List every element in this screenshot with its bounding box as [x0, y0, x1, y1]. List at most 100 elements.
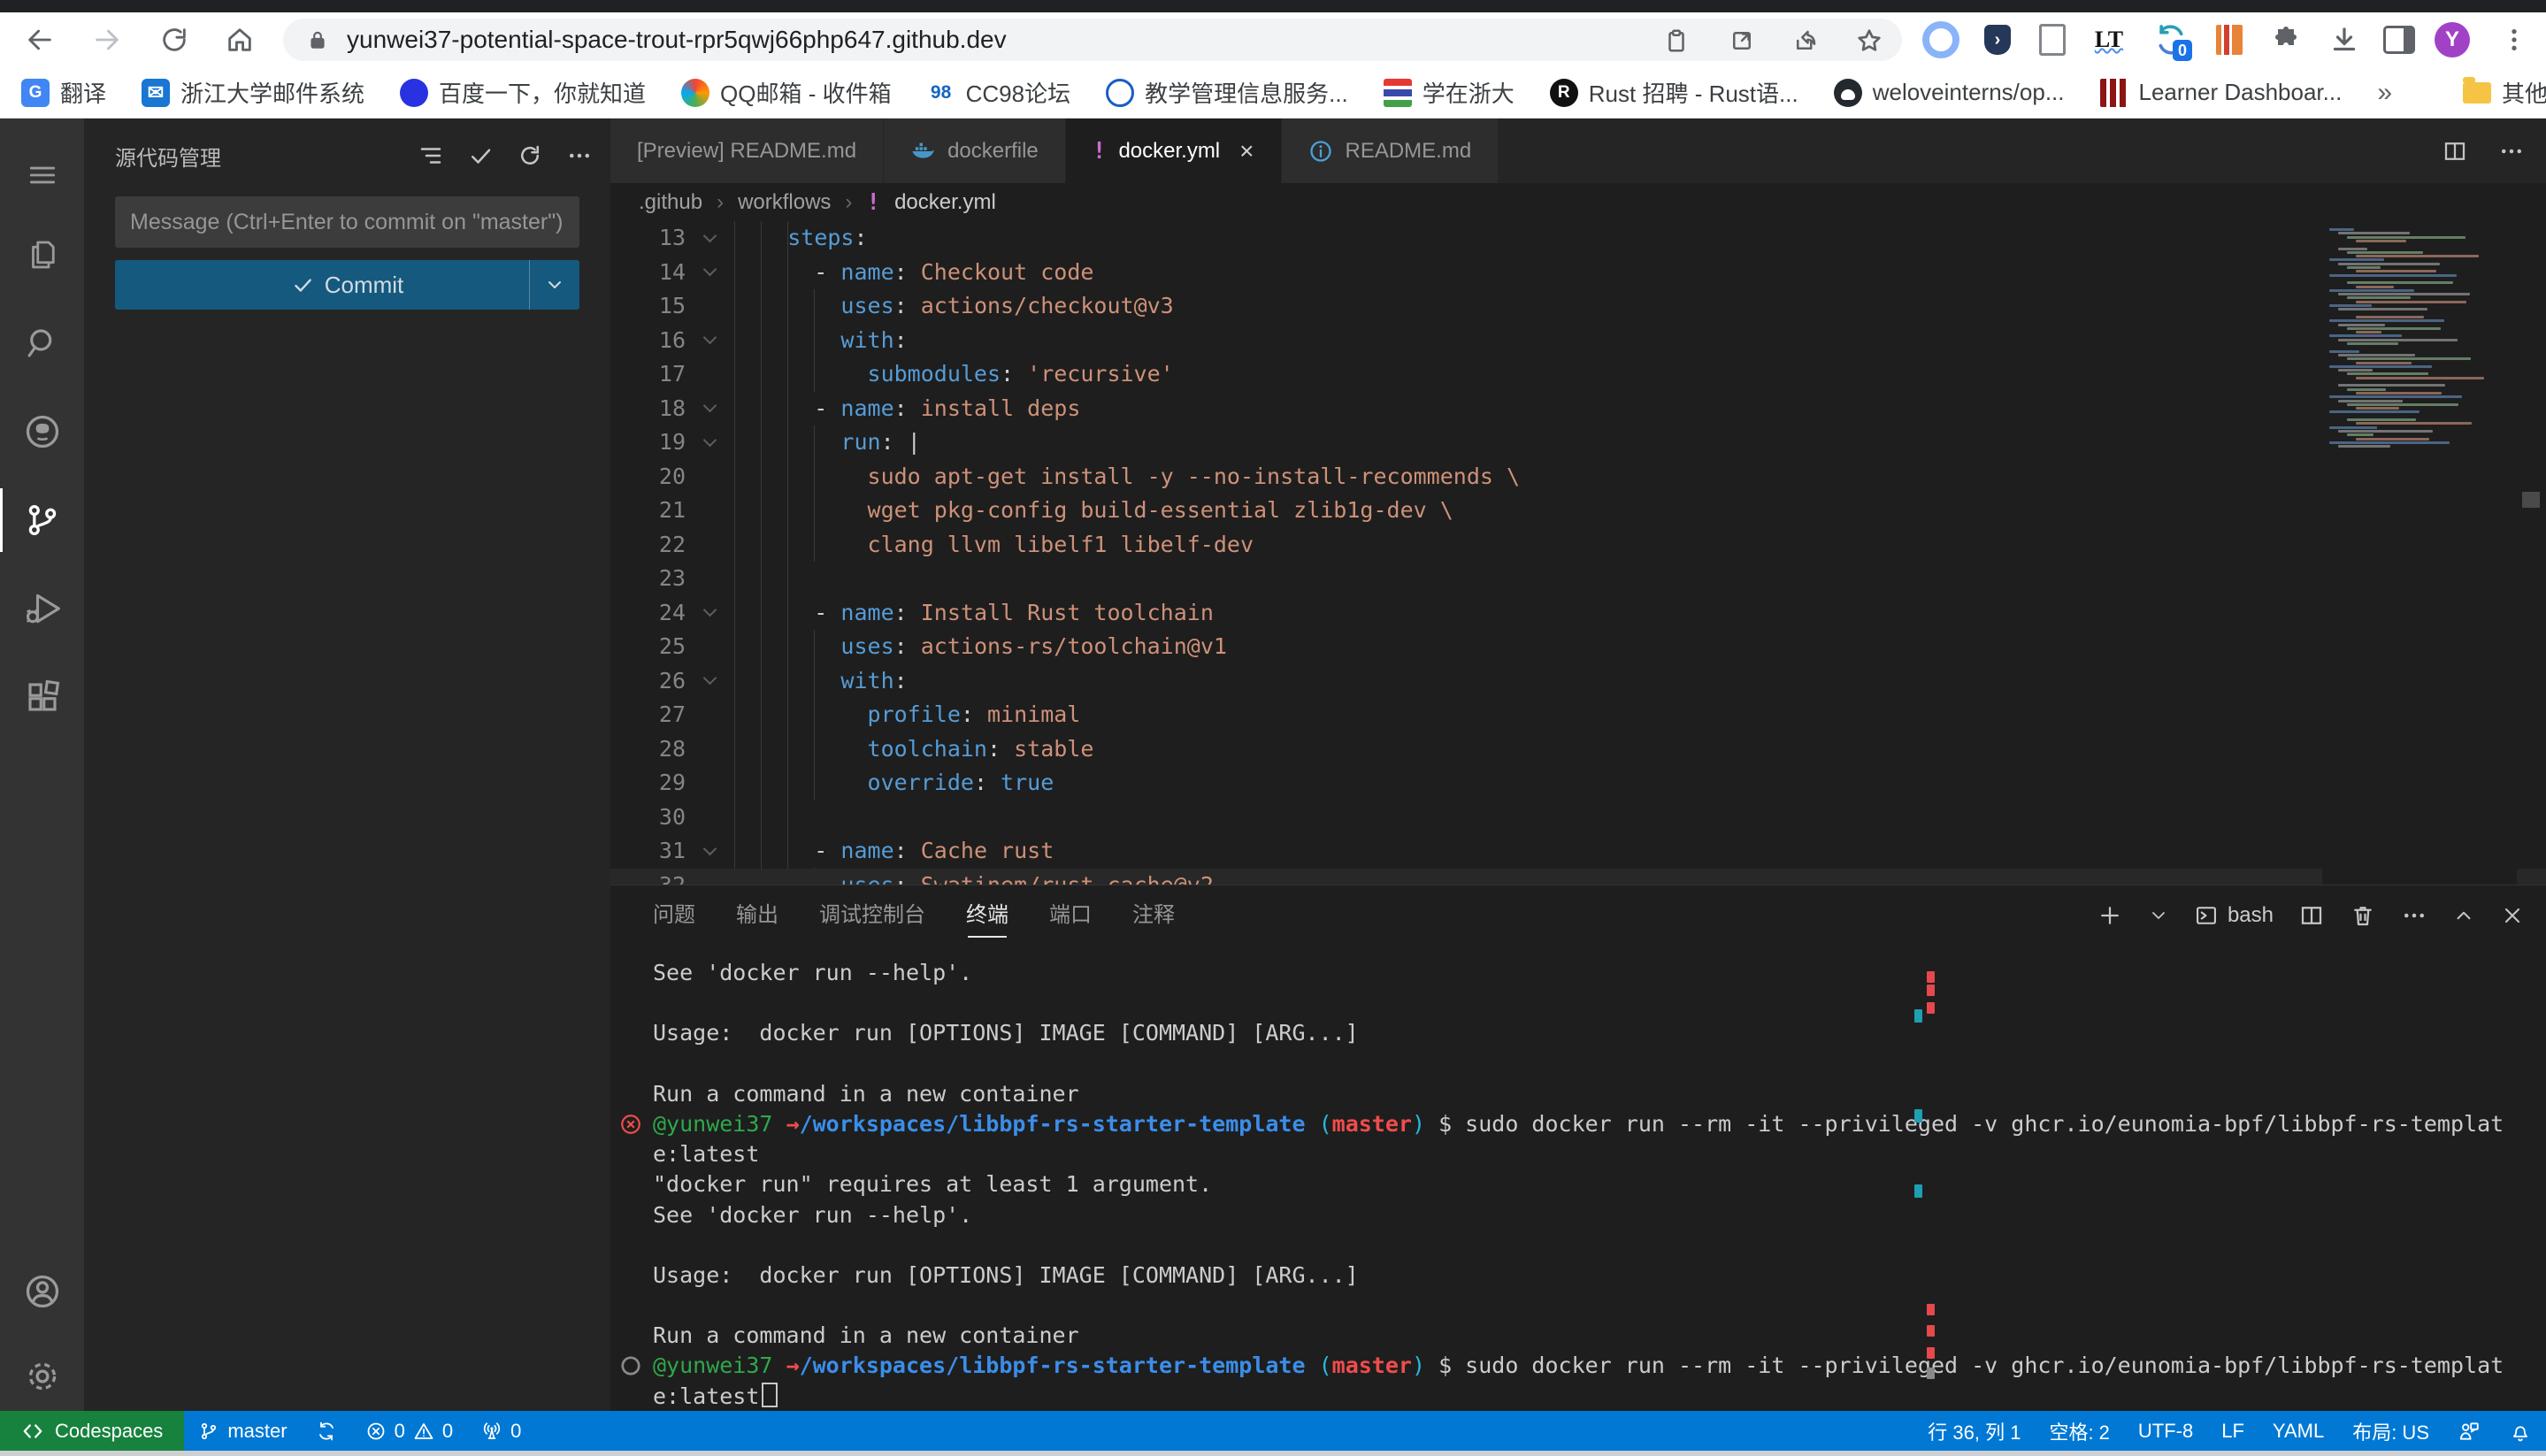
code-line-22[interactable]: 22 clang llvm libelf1 libelf-dev — [610, 528, 2546, 563]
code-line-13[interactable]: 13 steps: — [610, 221, 2546, 256]
code-line-24[interactable]: 24 - name: Install Rust toolchain — [610, 596, 2546, 631]
new-terminal-icon[interactable] — [2097, 902, 2123, 929]
tab-docker-yml[interactable]: ! docker.yml × — [1066, 119, 1282, 183]
tab-preview-readme[interactable]: [Preview] README.md — [610, 119, 884, 183]
cursor-position[interactable]: 行 36, 列 1 — [1913, 1411, 2035, 1451]
code-line-26[interactable]: 26 with: — [610, 664, 2546, 699]
bookmark-star-icon[interactable] — [1854, 26, 1884, 56]
refresh-icon[interactable] — [517, 142, 543, 169]
clipboard-icon[interactable] — [1661, 26, 1691, 56]
commit-message-input[interactable] — [115, 196, 579, 248]
breadcrumb-workflows[interactable]: workflows — [738, 190, 831, 215]
panel-tab-2[interactable]: 调试控制台 — [819, 885, 925, 946]
bookmarks-overflow-chevron[interactable]: » — [2377, 78, 2392, 108]
maximize-panel-icon[interactable] — [2452, 904, 2475, 927]
terminal-output[interactable]: See 'docker run --help'.Usage: docker ru… — [610, 958, 2546, 1407]
close-panel-icon[interactable] — [2500, 903, 2525, 928]
shield-extension-icon[interactable]: › — [1978, 20, 2017, 59]
code-line-17[interactable]: 17 submodules: 'recursive' — [610, 357, 2546, 392]
code-line-14[interactable]: 14 - name: Checkout code — [610, 256, 2546, 290]
profile-avatar[interactable]: Y — [2433, 20, 2472, 59]
sync-changes-button[interactable] — [302, 1411, 351, 1451]
search-icon[interactable] — [0, 306, 84, 380]
bookmark-zju[interactable]: 教学管理信息服务... — [1106, 76, 1348, 109]
settings-gear-icon[interactable] — [0, 1339, 84, 1414]
ring-extension-icon[interactable] — [1921, 20, 1960, 59]
reload-button[interactable] — [154, 19, 195, 60]
bookmark-cc98[interactable]: 98CC98论坛 — [927, 76, 1070, 109]
fold-chevron-icon[interactable] — [686, 324, 734, 358]
minimap[interactable] — [2322, 221, 2517, 885]
tab-readme[interactable]: README.md — [1282, 119, 1499, 183]
address-bar[interactable]: yunwei37-potential-space-trout-rpr5qwj66… — [283, 19, 1902, 61]
view-as-tree-icon[interactable] — [418, 142, 444, 169]
encoding-indicator[interactable]: UTF-8 — [2124, 1411, 2207, 1451]
kill-terminal-icon[interactable] — [2350, 902, 2376, 929]
code-line-27[interactable]: 27 profile: minimal — [610, 698, 2546, 732]
terminal-instance-bash[interactable]: bash — [2194, 903, 2274, 928]
commit-button[interactable]: Commit — [115, 260, 579, 310]
ports-indicator[interactable]: 0 — [467, 1411, 535, 1451]
bookmark-mail[interactable]: ✉浙江大学邮件系统 — [142, 76, 364, 109]
panel-tab-1[interactable]: 输出 — [736, 885, 778, 946]
sidebar-toggle-icon[interactable] — [2380, 20, 2419, 59]
code-line-15[interactable]: 15 uses: actions/checkout@v3 — [610, 289, 2546, 324]
feedback-button[interactable] — [2443, 1411, 2495, 1451]
indentation-indicator[interactable]: 空格: 2 — [2035, 1411, 2123, 1451]
bookmark-learner[interactable]: Learner Dashboar... — [2100, 79, 2343, 107]
language-mode[interactable]: YAML — [2258, 1411, 2338, 1451]
code-line-21[interactable]: 21 wget pkg-config build-essential zlib1… — [610, 494, 2546, 528]
split-terminal-icon[interactable] — [2298, 902, 2325, 929]
code-editor[interactable]: 13 steps:14 - name: Checkout code15 uses… — [610, 221, 2546, 885]
code-line-30[interactable]: 30 — [610, 801, 2546, 835]
home-button[interactable] — [219, 19, 260, 60]
bookmark-xzzd[interactable]: 学在浙大 — [1384, 76, 1515, 109]
source-control-icon[interactable] — [0, 483, 84, 557]
bookmark-github[interactable]: weloveinterns/op... — [1834, 79, 2065, 107]
split-editor-icon[interactable] — [2442, 138, 2468, 165]
bookmark-qqmail[interactable]: QQ邮箱 - 收件箱 — [681, 76, 892, 109]
fold-chevron-icon[interactable] — [686, 664, 734, 699]
extensions-puzzle-icon[interactable] — [2266, 20, 2305, 59]
menu-hamburger-icon[interactable] — [0, 138, 84, 212]
downloads-icon[interactable] — [2325, 20, 2364, 59]
code-line-28[interactable]: 28 toolchain: stable — [610, 732, 2546, 767]
panel-tab-3[interactable]: 终端 — [966, 885, 1008, 946]
code-line-32[interactable]: 32 uses: Swatinem/rust-cache@v2 — [610, 869, 2546, 885]
fold-chevron-icon[interactable] — [686, 392, 734, 426]
code-line-20[interactable]: 20 sudo apt-get install -y --no-install-… — [610, 460, 2546, 494]
fold-chevron-icon[interactable] — [686, 834, 734, 869]
commit-check-icon[interactable] — [467, 142, 494, 169]
eol-indicator[interactable]: LF — [2207, 1411, 2258, 1451]
extensions-icon[interactable] — [0, 660, 84, 734]
code-line-18[interactable]: 18 - name: install deps — [610, 392, 2546, 426]
bookmark-rust[interactable]: RRust 招聘 - Rust语... — [1550, 76, 1798, 109]
code-line-29[interactable]: 29 override: true — [610, 766, 2546, 801]
back-button[interactable] — [19, 19, 60, 60]
panel-tab-0[interactable]: 问题 — [653, 885, 695, 946]
code-line-25[interactable]: 25 uses: actions-rs/toolchain@v1 — [610, 630, 2546, 664]
breadcrumb-github[interactable]: .github — [639, 190, 702, 215]
account-icon[interactable] — [0, 1254, 84, 1329]
tab-dockerfile[interactable]: dockerfile — [884, 119, 1066, 183]
problems-indicator[interactable]: 0 0 — [351, 1411, 468, 1451]
more-actions-icon[interactable] — [566, 142, 593, 169]
explorer-icon[interactable] — [0, 218, 84, 292]
panel-tab-5[interactable]: 注释 — [1132, 885, 1175, 946]
terminal-dropdown-icon[interactable] — [2148, 905, 2169, 926]
fold-chevron-icon[interactable] — [686, 256, 734, 290]
sync-extension-icon[interactable]: 0 — [2151, 20, 2190, 59]
languagetool-extension-icon[interactable]: LT — [2090, 20, 2128, 59]
commit-dropdown[interactable] — [529, 260, 579, 310]
code-line-31[interactable]: 31 - name: Cache rust — [610, 834, 2546, 869]
notes-extension-icon[interactable] — [2033, 20, 2072, 59]
fold-chevron-icon[interactable] — [686, 596, 734, 631]
panel-tab-4[interactable]: 端口 — [1049, 885, 1092, 946]
notifications-button[interactable] — [2495, 1411, 2546, 1451]
branch-indicator[interactable]: master — [184, 1411, 301, 1451]
fold-chevron-icon[interactable] — [686, 425, 734, 460]
code-line-23[interactable]: 23 — [610, 562, 2546, 596]
other-bookmarks[interactable]: 其他书签 — [2463, 76, 2546, 109]
bookmark-translate[interactable]: G翻译 — [21, 76, 106, 109]
editor-more-actions-icon[interactable] — [2498, 138, 2525, 165]
